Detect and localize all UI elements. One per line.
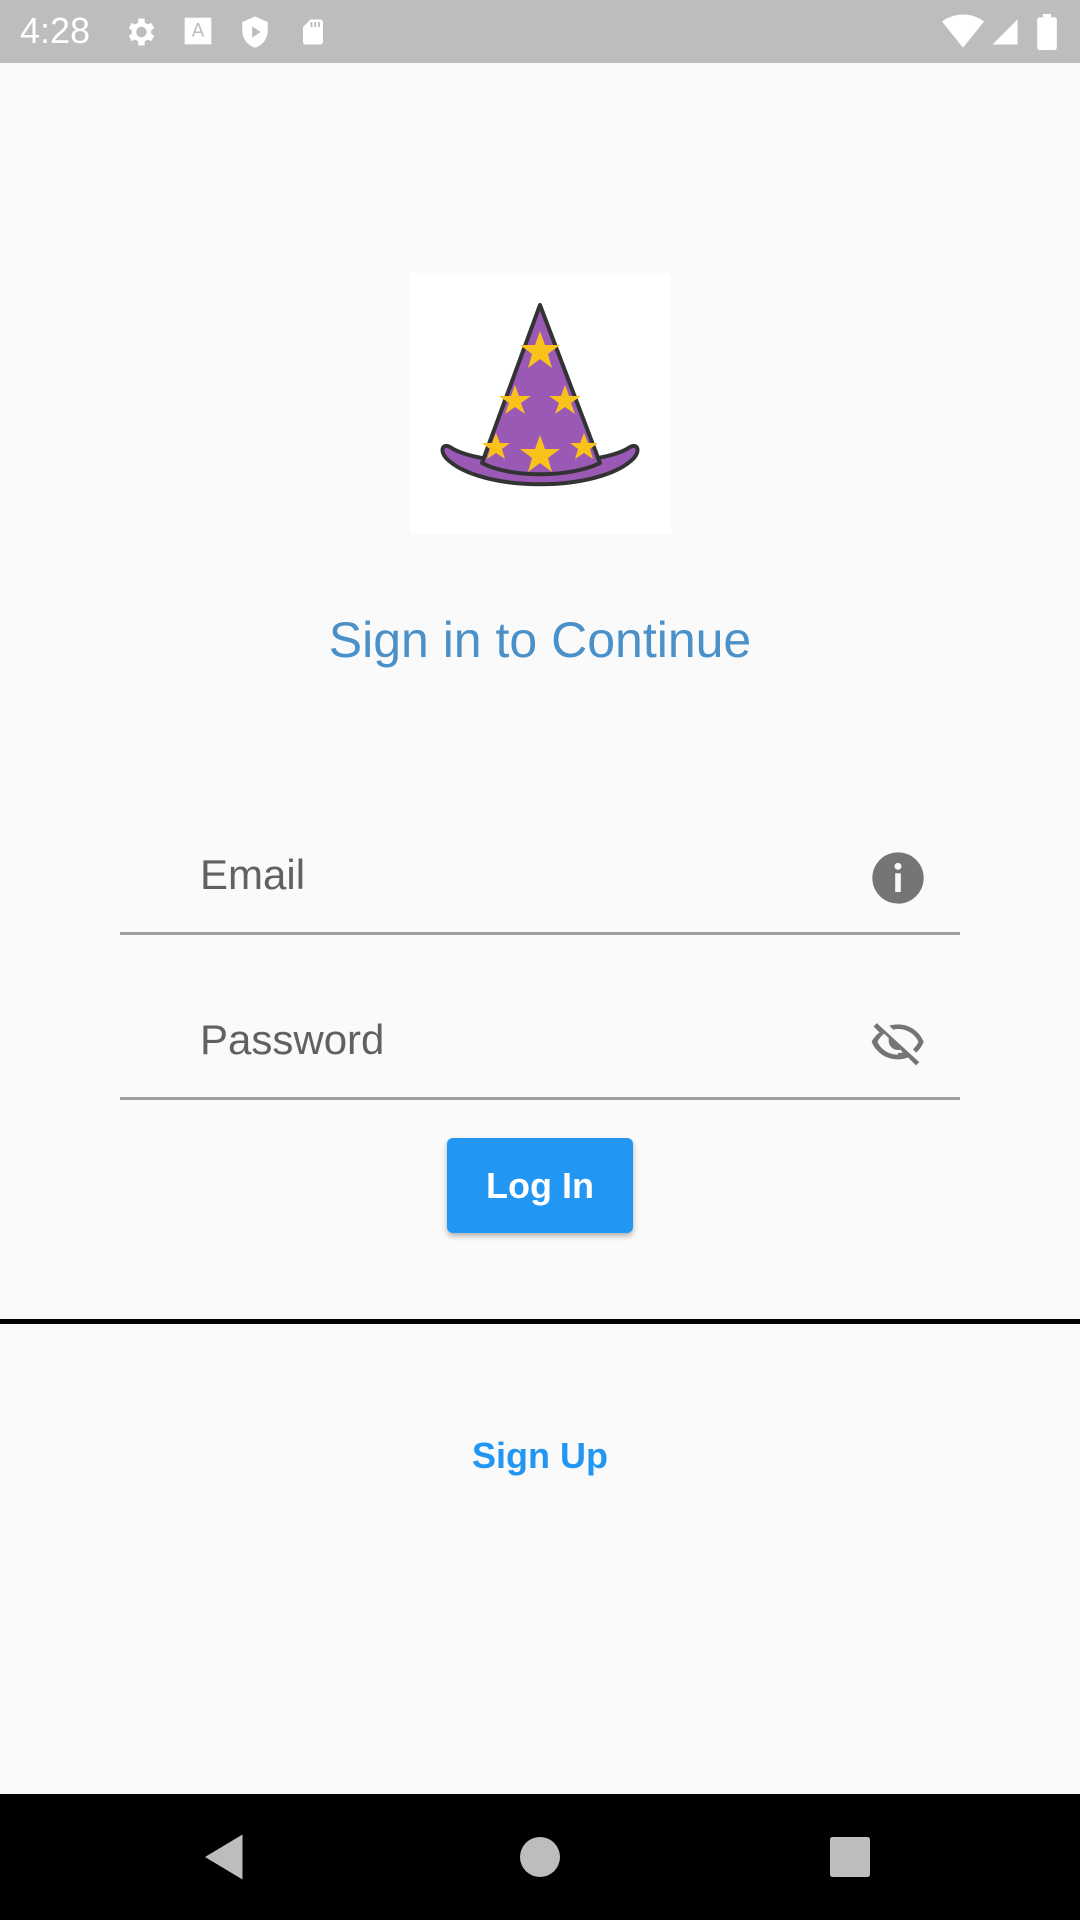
- email-input[interactable]: [200, 845, 820, 905]
- status-bar: 4:28 A: [0, 0, 1080, 63]
- shield-play-icon: [242, 16, 268, 48]
- back-icon[interactable]: [195, 1827, 255, 1887]
- battery-icon: [1037, 14, 1057, 50]
- home-icon[interactable]: [510, 1827, 570, 1887]
- gear-icon: [128, 18, 155, 46]
- status-time: 4:28: [20, 10, 91, 51]
- navigation-bar: [0, 1794, 1080, 1920]
- info-icon[interactable]: [870, 850, 926, 906]
- password-field-container: [120, 970, 960, 1100]
- recents-icon[interactable]: [820, 1827, 880, 1887]
- visibility-off-icon[interactable]: [870, 1015, 926, 1071]
- page-title: Sign in to Continue: [328, 612, 752, 668]
- app-logo: [410, 273, 671, 534]
- svg-text:A: A: [192, 20, 205, 41]
- email-field-container: [120, 805, 960, 935]
- sd-card-icon: [303, 19, 323, 45]
- signup-link[interactable]: Sign Up: [0, 1435, 1080, 1477]
- login-button[interactable]: Log In: [447, 1138, 633, 1233]
- login-screen: Sign in to Continue Log In Sign Up: [0, 63, 1080, 1794]
- text-a-icon: A: [184, 17, 212, 45]
- wizard-hat-icon: [440, 303, 640, 487]
- password-input[interactable]: [200, 1010, 820, 1070]
- divider: [0, 1319, 1080, 1324]
- wifi-icon: [942, 14, 984, 48]
- signal-icon: [992, 19, 1018, 45]
